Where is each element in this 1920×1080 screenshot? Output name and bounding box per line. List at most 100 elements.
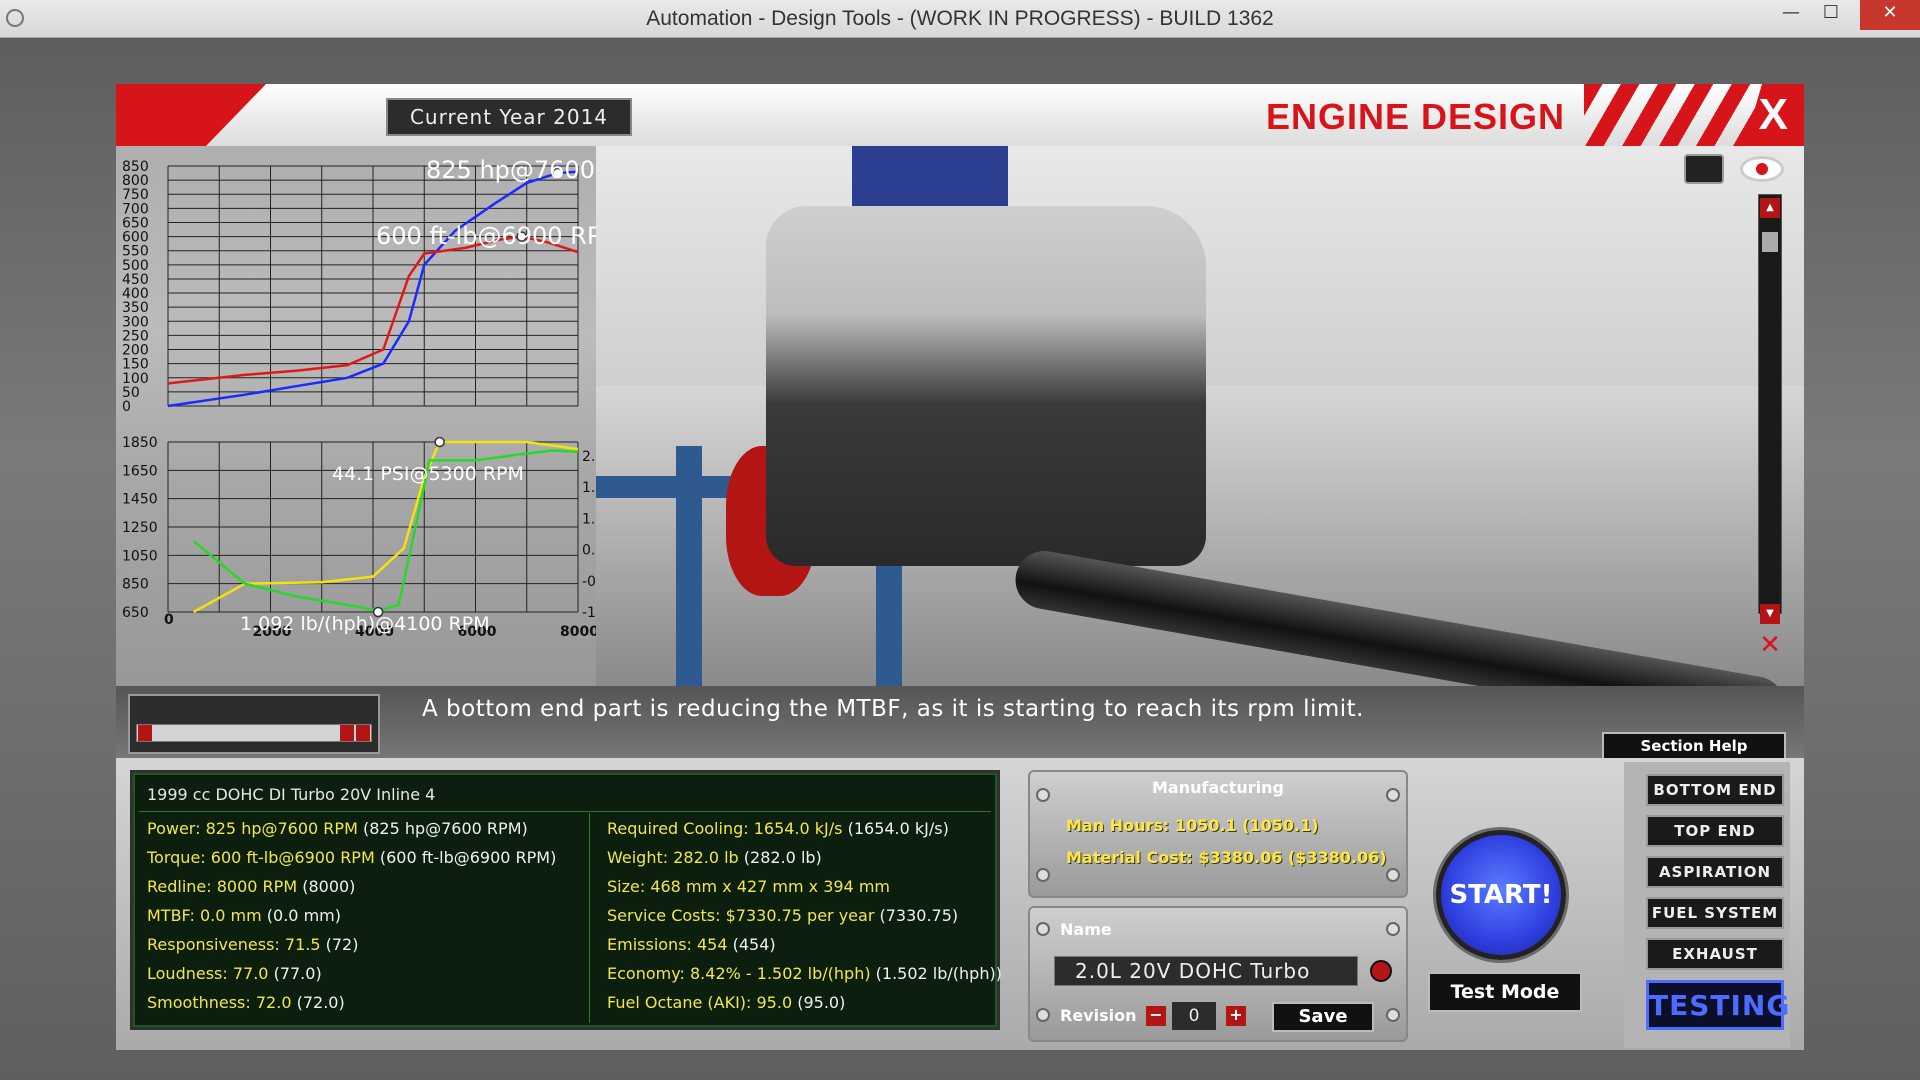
engine-name-input[interactable]: 2.0L 20V DOHC Turbo	[1054, 956, 1358, 986]
rivet	[1386, 788, 1400, 802]
stat-label: Responsiveness: 71.5	[147, 935, 321, 954]
clear-name-icon[interactable]	[1370, 960, 1392, 982]
stat-reference-value: (282.0 lb)	[738, 848, 822, 867]
scroll-thumb[interactable]	[1762, 232, 1778, 252]
rivet	[1386, 1008, 1400, 1022]
close-panel-button[interactable]: X	[1759, 90, 1788, 140]
design-name-panel: Name 2.0L 20V DOHC Turbo Revision − 0 + …	[1028, 906, 1408, 1042]
boost-chart-left-tick: 650	[122, 605, 149, 621]
stat-label: Loudness: 77.0	[147, 964, 269, 983]
stat-row: Required Cooling: 1654.0 kJ/s (1654.0 kJ…	[607, 819, 949, 838]
engine-summary: 1999 cc DOHC DI Turbo 20V Inline 4	[147, 785, 436, 804]
bottom-panel: 1999 cc DOHC DI Turbo 20V Inline 4 Power…	[116, 758, 1804, 1050]
panel-header: Current Year 2014 ENGINE DESIGN X	[116, 84, 1804, 146]
section-help-button[interactable]: Section Help	[1602, 732, 1786, 760]
boost-chart-right-tick: 2.3	[582, 449, 596, 465]
viewport-scrollbar[interactable]	[1758, 194, 1782, 614]
stat-row: MTBF: 0.0 mm (0.0 mm)	[147, 906, 341, 925]
nav-top-end[interactable]: TOP END	[1646, 815, 1784, 847]
engine-design-panel: Current Year 2014 ENGINE DESIGN X 850 800…	[116, 84, 1804, 1050]
boost-peak-marker	[434, 436, 445, 448]
stat-label: Power: 825 hp@7600 RPM	[147, 819, 358, 838]
rivet	[1036, 868, 1050, 882]
material-cost: Material Cost: $3380.06 ($3380.06)	[1066, 848, 1387, 867]
stat-label: Smoothness: 72.0	[147, 993, 292, 1012]
stat-row: Loudness: 77.0 (77.0)	[147, 964, 322, 983]
nav-exhaust[interactable]: EXHAUST	[1646, 938, 1784, 970]
revision-increment-button[interactable]: +	[1226, 1006, 1246, 1026]
stat-row: Size: 468 mm x 427 mm x 394 mm	[607, 877, 890, 896]
camera-icon[interactable]	[1684, 154, 1724, 184]
reset-view-icon[interactable]: ✕	[1748, 630, 1792, 660]
manufacturing-title: Manufacturing	[1152, 778, 1284, 797]
nav-aspiration[interactable]: ASPIRATION	[1646, 856, 1784, 888]
slider-left-arrow-icon[interactable]	[138, 725, 152, 741]
stat-reference-value: (600 ft-lb@6900 RPM)	[374, 848, 557, 867]
maximize-button[interactable]: ☐	[1808, 0, 1854, 30]
scroll-up-arrow-icon[interactable]: ▲	[1760, 198, 1780, 218]
nav-testing[interactable]: TESTING	[1646, 980, 1789, 1030]
nav-bottom-end[interactable]: BOTTOM END	[1646, 774, 1784, 806]
boost-chart-left-tick: 1850	[122, 435, 158, 451]
rivet	[1036, 1008, 1050, 1022]
power-peak-label: 825 hp@7600 RPM	[426, 156, 596, 184]
stat-label: Emissions: 454	[607, 935, 728, 954]
slider-handle[interactable]	[340, 725, 354, 741]
message-text: A bottom end part is reducing the MTBF, …	[422, 696, 1364, 722]
stat-label: MTBF: 0.0 mm	[147, 906, 262, 925]
stat-label: Torque: 600 ft-lb@6900 RPM	[147, 848, 375, 867]
stat-label: Economy: 8.42% - 1.502 lb/(hph)	[607, 964, 871, 983]
boost-chart-right-tick: 1.7	[582, 480, 596, 496]
save-button[interactable]: Save	[1272, 1002, 1374, 1032]
man-hours: Man Hours: 1050.1 (1050.1)	[1066, 816, 1319, 835]
stat-label: Weight: 282.0 lb	[607, 848, 739, 867]
nav-fuel-system[interactable]: FUEL SYSTEM	[1646, 897, 1784, 929]
boost-chart-x-tick: 0	[164, 612, 174, 628]
stat-row: Emissions: 454 (454)	[607, 935, 776, 954]
revision-value: 0	[1172, 1002, 1216, 1030]
stat-reference-value: (77.0)	[268, 964, 322, 983]
scroll-down-arrow-icon[interactable]: ▼	[1760, 604, 1780, 624]
slider-right-arrow-icon[interactable]	[356, 725, 370, 741]
engine-model	[766, 206, 1206, 566]
section-nav: BOTTOM END TOP END ASPIRATION FUEL SYSTE…	[1624, 762, 1790, 1048]
message-slider[interactable]	[136, 724, 372, 742]
stat-reference-value: (1654.0 kJ/s)	[842, 819, 949, 838]
boost-chart-right-tick: 0.3	[582, 543, 596, 559]
test-mode-button[interactable]: Test Mode	[1428, 972, 1582, 1012]
stat-reference-value: (7330.75)	[874, 906, 959, 925]
boost-chart-left-tick: 1450	[122, 492, 158, 508]
stat-row: Service Costs: $7330.75 per year (7330.7…	[607, 906, 958, 925]
close-window-button[interactable]: ✕	[1860, 0, 1920, 30]
eye-icon[interactable]	[1740, 156, 1784, 182]
manufacturing-panel: Manufacturing Man Hours: 1050.1 (1050.1)…	[1028, 770, 1408, 898]
rivet	[1386, 868, 1400, 882]
stat-label: Required Cooling: 1654.0 kJ/s	[607, 819, 843, 838]
stat-label: Fuel Octane (AKI): 95.0	[607, 993, 793, 1012]
stat-reference-value: (0.0 mm)	[261, 906, 341, 925]
window-titlebar: Automation - Design Tools - (WORK IN PRO…	[0, 0, 1920, 38]
stat-reference-value: (72.0)	[291, 993, 345, 1012]
stat-row: Responsiveness: 71.5 (72)	[147, 935, 358, 954]
stat-row: Fuel Octane (AKI): 95.0 (95.0)	[607, 993, 845, 1012]
stat-row: Weight: 282.0 lb (282.0 lb)	[607, 848, 822, 867]
rivet	[1036, 922, 1050, 936]
boost-peak-label: 44.1 PSI@5300 RPM	[332, 463, 524, 485]
revision-decrement-button[interactable]: −	[1146, 1006, 1166, 1026]
engine-stats-panel: 1999 cc DOHC DI Turbo 20V Inline 4 Power…	[130, 770, 1002, 1030]
stat-row: Economy: 8.42% - 1.502 lb/(hph) (1.502 l…	[607, 964, 1002, 983]
power-chart-y-tick: 0	[122, 399, 131, 415]
stat-label: Size: 468 mm x 427 mm x 394 mm	[607, 877, 890, 896]
stats-column-divider	[589, 813, 590, 1023]
power-chart-grid	[167, 165, 579, 407]
stat-reference-value: (72)	[320, 935, 359, 954]
stat-reference-value: (1.502 lb/(hph))	[870, 964, 1002, 983]
stat-reference-value: (8000)	[297, 877, 356, 896]
revision-label: Revision	[1060, 1006, 1137, 1025]
start-button[interactable]: START!	[1436, 830, 1566, 960]
rivet	[1386, 922, 1400, 936]
name-label: Name	[1060, 920, 1112, 939]
stat-label: Service Costs: $7330.75 per year	[607, 906, 875, 925]
stat-row: Smoothness: 72.0 (72.0)	[147, 993, 345, 1012]
boost-chart-right-tick: -0.3	[582, 574, 596, 590]
